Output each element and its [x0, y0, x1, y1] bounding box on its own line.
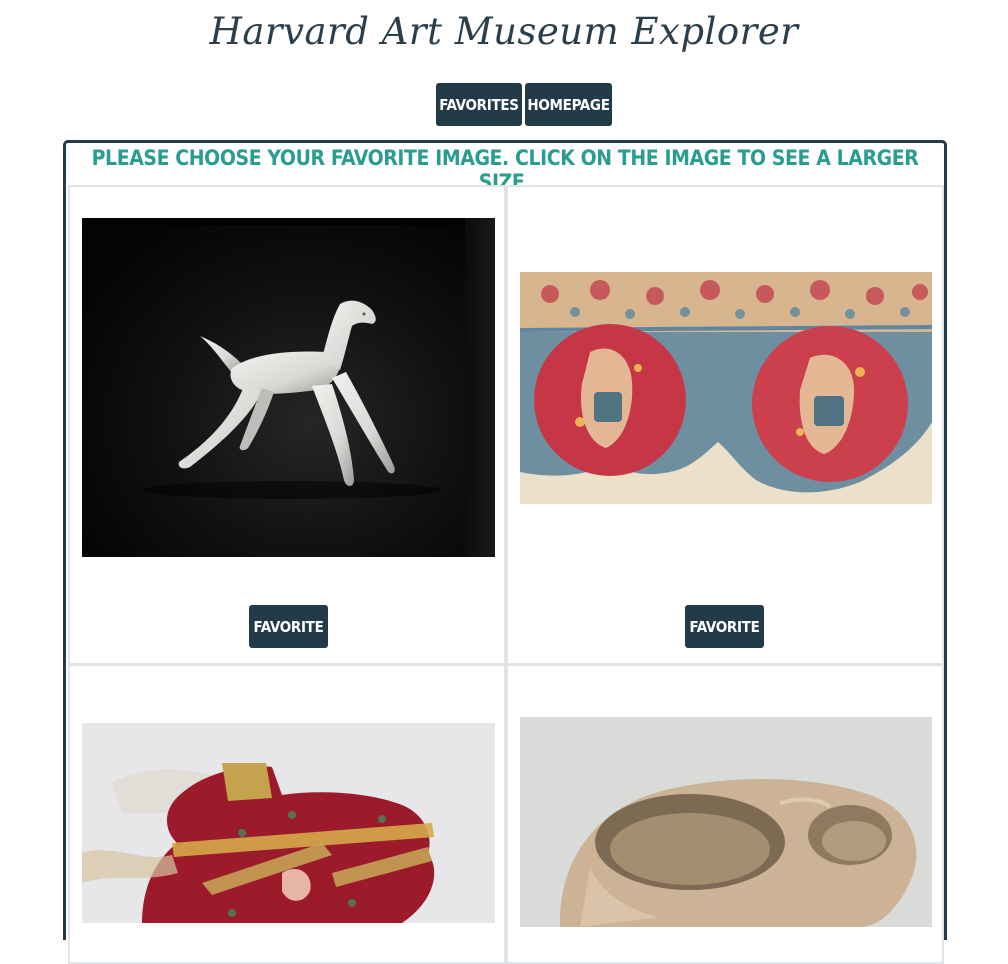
favorite-button[interactable]: Favorite	[685, 605, 764, 648]
red-textile-graphic	[82, 723, 495, 923]
artwork-card	[506, 664, 944, 964]
artwork-card	[68, 664, 506, 964]
artwork-image-textile-medallions[interactable]	[520, 272, 932, 504]
favorites-button[interactable]: Favorites	[436, 83, 522, 126]
favorite-button[interactable]: Favorite	[249, 605, 328, 648]
gallery-panel: Please choose your favorite image. Click…	[63, 140, 947, 964]
page-title: Harvard Art Museum Explorer	[209, 10, 799, 53]
horse-figurine-graphic	[142, 300, 442, 499]
artwork-image-ceramic-lamp[interactable]	[520, 717, 932, 927]
top-nav: Favorites Homepage	[436, 83, 612, 126]
artwork-image-red-textile-fragment[interactable]	[82, 723, 495, 923]
homepage-button[interactable]: Homepage	[525, 83, 612, 126]
textile-medallions-graphic	[520, 272, 932, 504]
ceramic-lamp-graphic	[520, 717, 932, 927]
artwork-image-horse-figurine[interactable]	[82, 218, 495, 557]
artwork-card: Favorite	[68, 185, 506, 665]
artwork-card: Favorite	[506, 185, 944, 665]
